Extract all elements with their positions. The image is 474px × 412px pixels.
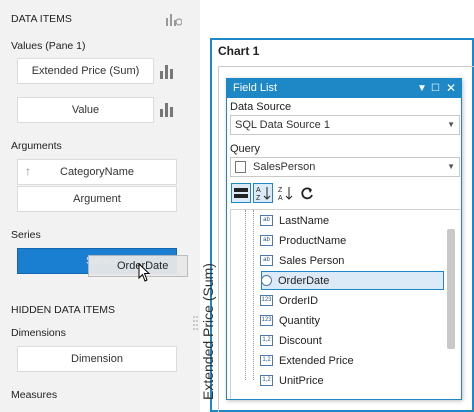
field-item[interactable]: ab LastName bbox=[260, 211, 446, 230]
svg-text:A: A bbox=[256, 187, 261, 194]
refresh-button[interactable] bbox=[297, 183, 317, 203]
field-name: OrderID bbox=[279, 294, 319, 307]
field-name: ProductName bbox=[279, 234, 347, 247]
query-label: Query bbox=[230, 143, 260, 155]
tree-line bbox=[245, 210, 246, 380]
values-header: Values (Pane 1) bbox=[11, 40, 86, 52]
dropdown-icon[interactable]: ▼ bbox=[417, 79, 427, 98]
data-items-title: DATA ITEMS bbox=[11, 13, 72, 25]
string-field-icon: ab bbox=[260, 255, 273, 266]
sort-descending-button[interactable]: ZA bbox=[275, 183, 295, 203]
svg-text:Z: Z bbox=[256, 195, 261, 201]
close-icon[interactable]: ✕ bbox=[446, 79, 456, 98]
clock-icon bbox=[261, 275, 272, 286]
value-item-placeholder[interactable]: Value bbox=[17, 97, 154, 123]
splitter-grip[interactable] bbox=[193, 315, 198, 335]
dimensions-header: Dimensions bbox=[11, 327, 66, 339]
field-item[interactable]: 123 Quantity bbox=[260, 311, 446, 330]
field-name: LastName bbox=[279, 214, 330, 227]
field-item-selected[interactable]: OrderDate bbox=[261, 271, 444, 290]
maximize-icon[interactable]: ☐ bbox=[431, 79, 440, 98]
string-field-icon: ab bbox=[260, 235, 273, 246]
sort-ascending-button[interactable]: AZ bbox=[253, 183, 273, 203]
hidden-data-items-title: HIDDEN DATA ITEMS bbox=[11, 304, 116, 316]
field-name: Extended Price bbox=[279, 354, 354, 367]
field-item[interactable]: 1,2 Extended Price bbox=[260, 351, 446, 370]
field-item[interactable]: 123 OrderID bbox=[260, 291, 446, 310]
group-by-type-button[interactable] bbox=[231, 183, 251, 203]
field-name: Sales Person bbox=[279, 254, 345, 267]
argument-item-placeholder[interactable]: Argument bbox=[17, 186, 177, 212]
decimal-field-icon: 1,2 bbox=[260, 335, 273, 346]
value-item-extended-price[interactable]: Extended Price (Sum) bbox=[17, 58, 154, 84]
chart-options-icon[interactable] bbox=[158, 63, 176, 81]
field-item[interactable]: ab ProductName bbox=[260, 231, 446, 250]
chevron-down-icon[interactable]: ▼ bbox=[447, 116, 455, 134]
chevron-down-icon[interactable]: ▼ bbox=[447, 158, 455, 176]
data-source-value: SQL Data Source 1 bbox=[235, 119, 330, 131]
field-item[interactable]: ab Sales Person bbox=[260, 251, 446, 270]
field-list-title: Field List bbox=[233, 82, 278, 94]
arguments-header: Arguments bbox=[11, 140, 62, 152]
sort-arrow-icon[interactable]: ↑ bbox=[25, 164, 31, 178]
field-name: OrderDate bbox=[278, 274, 330, 287]
data-items-pane: DATA ITEMS Values (Pane 1) Extended Pric… bbox=[0, 0, 200, 412]
series-header: Series bbox=[11, 229, 41, 241]
field-list-titlebar[interactable]: Field List ▼ ☐ ✕ bbox=[227, 79, 461, 98]
chart-title: Chart 1 bbox=[218, 44, 260, 58]
field-item[interactable]: 1,2 Discount bbox=[260, 331, 446, 350]
chart-options-icon[interactable] bbox=[158, 101, 176, 119]
decimal-field-icon: 1,2 bbox=[260, 375, 273, 386]
measures-header: Measures bbox=[11, 389, 58, 401]
field-name: Quantity bbox=[279, 314, 320, 327]
query-icon bbox=[235, 161, 246, 173]
argument-item-label: CategoryName bbox=[60, 166, 134, 178]
add-pane-icon[interactable] bbox=[166, 12, 183, 26]
tree-line bbox=[253, 210, 254, 380]
argument-item-categoryname[interactable]: ↑ CategoryName bbox=[17, 159, 177, 185]
field-list-window[interactable]: Field List ▼ ☐ ✕ Data Source SQL Data So… bbox=[226, 78, 462, 400]
field-name: UnitPrice bbox=[279, 374, 324, 387]
data-source-select[interactable]: SQL Data Source 1 ▼ bbox=[230, 115, 460, 135]
decimal-field-icon: 1,2 bbox=[260, 355, 273, 366]
field-name: Discount bbox=[279, 334, 322, 347]
mouse-cursor-icon bbox=[138, 262, 152, 283]
data-source-label: Data Source bbox=[230, 101, 292, 113]
integer-field-icon: 123 bbox=[260, 315, 273, 326]
svg-text:Z: Z bbox=[278, 187, 283, 194]
field-item[interactable]: 1,2 UnitPrice bbox=[260, 371, 446, 390]
field-list-scrollbar[interactable] bbox=[447, 229, 455, 349]
string-field-icon: ab bbox=[260, 215, 273, 226]
svg-text:A: A bbox=[278, 195, 283, 201]
query-value: SalesPerson bbox=[253, 161, 316, 173]
query-select[interactable]: SalesPerson ▼ bbox=[230, 157, 460, 177]
dimension-item-placeholder[interactable]: Dimension bbox=[17, 346, 177, 372]
integer-field-icon: 123 bbox=[260, 295, 273, 306]
chart-y-axis-label: Extended Price (Sum) bbox=[200, 263, 216, 400]
